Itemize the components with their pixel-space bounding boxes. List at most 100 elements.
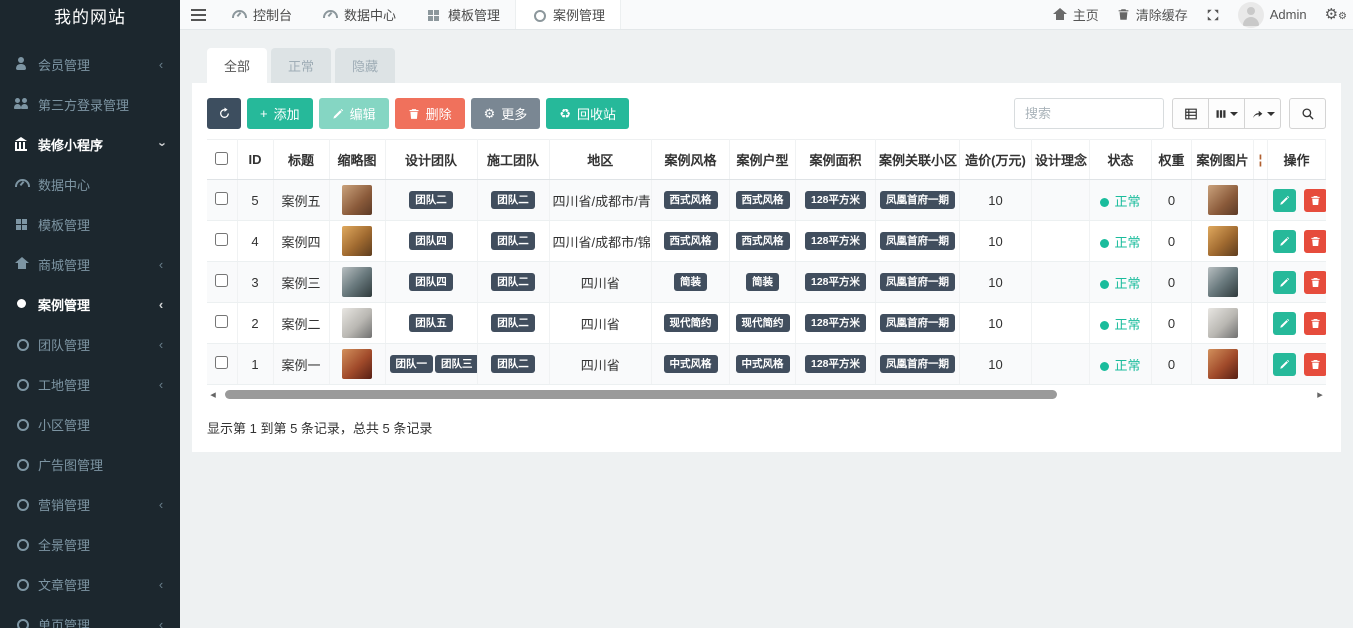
scrollbar-thumb[interactable] — [225, 389, 1058, 399]
site-title[interactable]: 我的网站 — [0, 0, 180, 30]
cell-operations — [1267, 220, 1326, 262]
navbar-tab[interactable]: 数据中心 — [307, 0, 411, 29]
table-body: 5 案例五 团队二 团队二 四川省/成都市/青羊区 西式风格 西式风格 128平… — [207, 179, 1326, 385]
case-image[interactable] — [1207, 308, 1238, 338]
sidebar-toggle-icon[interactable] — [180, 0, 216, 29]
cell-region: 四川省/成都市/锦江区 — [549, 220, 652, 262]
case-image[interactable] — [1207, 226, 1238, 256]
more-button[interactable]: ⚙︎ 更多 — [470, 98, 541, 129]
columns-toggle-button[interactable] — [1208, 98, 1245, 129]
trash-icon — [1118, 9, 1129, 20]
recycle-bin-button[interactable]: ♻︎ 回收站 — [546, 98, 629, 129]
clear-cache-link[interactable]: 清除缓存 — [1117, 5, 1188, 24]
navbar-tab[interactable]: 案例管理 — [515, 0, 622, 29]
content-area: 全部 正常 隐藏 + 添加 编辑 删除 ⚙︎ 更多 ♻︎ 回收站 搜索 ID 标… — [180, 30, 1353, 628]
row-checkbox[interactable] — [215, 315, 229, 328]
thumbnail-image[interactable] — [342, 349, 372, 379]
team-badge: 团队二 — [409, 190, 453, 210]
filter-tab[interactable]: 全部 — [207, 48, 268, 83]
row-edit-button[interactable] — [1273, 229, 1296, 253]
row-delete-button[interactable] — [1303, 270, 1326, 294]
sidebar-item[interactable]: 第三方登录管理 — [0, 84, 180, 124]
thumbnail-image[interactable] — [342, 185, 372, 215]
cell-house-type: 西式风格 — [729, 220, 796, 262]
gears-icon[interactable]: ⚙︎⚙︎ — [1325, 7, 1347, 22]
sidebar-item[interactable]: 全景管理 — [0, 524, 180, 564]
sidebar-item[interactable]: 模板管理 — [0, 204, 180, 244]
row-checkbox[interactable] — [215, 356, 229, 369]
scroll-right-arrow[interactable]: ▸ — [1314, 388, 1326, 401]
cell-case-image — [1191, 302, 1254, 344]
case-image[interactable] — [1207, 349, 1238, 379]
cell-concept — [1031, 302, 1090, 344]
row-delete-button[interactable] — [1303, 311, 1326, 335]
filter-tab[interactable]: 正常 — [271, 48, 332, 83]
team-badge: 团队五 — [409, 313, 453, 333]
select-all-checkbox[interactable] — [215, 151, 229, 165]
row-edit-button[interactable] — [1273, 352, 1296, 376]
style-badge: 西式风格 — [663, 190, 718, 210]
fullscreen-button[interactable] — [1206, 8, 1220, 22]
cell-style: 现代简约 — [651, 302, 730, 344]
caret-down-icon — [1230, 111, 1238, 116]
thumbnail-image[interactable] — [342, 308, 372, 338]
dot-circle-icon — [14, 297, 29, 311]
sidebar-item[interactable]: 单页管理 — [0, 604, 180, 628]
row-delete-button[interactable] — [1303, 188, 1326, 212]
scrollbar-track[interactable] — [219, 389, 1314, 399]
trash-icon — [1311, 359, 1320, 369]
cell-community: 凤凰首府一期 — [875, 261, 960, 303]
sidebar-item[interactable]: 小区管理 — [0, 404, 180, 444]
cell-case-image — [1191, 220, 1254, 262]
export-button[interactable] — [1244, 98, 1281, 129]
sidebar-item[interactable]: 文章管理 — [0, 564, 180, 604]
thumbnail-image[interactable] — [342, 226, 372, 256]
refresh-button[interactable] — [207, 98, 241, 129]
sidebar-item[interactable]: 营销管理 — [0, 484, 180, 524]
filter-tab[interactable]: 隐藏 — [335, 48, 396, 83]
row-edit-button[interactable] — [1273, 270, 1296, 294]
search-input[interactable] — [1014, 98, 1164, 129]
sidebar-item[interactable]: 案例管理 — [0, 284, 180, 324]
add-button[interactable]: + 添加 — [247, 98, 313, 129]
delete-button[interactable]: 删除 — [394, 98, 465, 129]
thumbnail-image[interactable] — [342, 267, 372, 297]
cell-id: 2 — [237, 302, 274, 344]
status-dot-icon — [1100, 361, 1110, 371]
sidebar-item[interactable]: 团队管理 — [0, 324, 180, 364]
circle-icon — [14, 417, 29, 431]
row-edit-button[interactable] — [1273, 311, 1296, 335]
scroll-left-arrow[interactable]: ◂ — [207, 388, 219, 401]
case-image[interactable] — [1207, 185, 1238, 215]
detail-view-button[interactable] — [1172, 98, 1209, 129]
circle-icon — [14, 577, 29, 591]
home-link[interactable]: 主页 — [1052, 5, 1099, 24]
sidebar-item[interactable]: 数据中心 — [0, 164, 180, 204]
home-icon — [14, 257, 29, 271]
column-header: 设计理念 — [1031, 139, 1090, 180]
navbar-tab[interactable]: 模板管理 — [411, 0, 515, 29]
cell-title: 案例三 — [273, 261, 330, 303]
area-badge: 128平方米 — [804, 272, 867, 292]
cell-community: 凤凰首府一期 — [875, 179, 960, 221]
user-icon — [14, 57, 29, 71]
row-delete-button[interactable] — [1303, 352, 1326, 376]
house-type-badge: 简装 — [746, 272, 779, 292]
case-image[interactable] — [1207, 267, 1238, 297]
sidebar-item[interactable]: 商城管理 — [0, 244, 180, 284]
row-edit-button[interactable] — [1273, 188, 1296, 212]
row-checkbox[interactable] — [215, 192, 229, 205]
cell-id: 3 — [237, 261, 274, 303]
sidebar-item[interactable]: 广告图管理 — [0, 444, 180, 484]
sidebar-item[interactable]: 会员管理 — [0, 44, 180, 84]
row-checkbox[interactable] — [215, 274, 229, 287]
cell-title: 案例五 — [273, 179, 330, 221]
user-menu[interactable]: Admin — [1237, 1, 1307, 28]
row-delete-button[interactable] — [1303, 229, 1326, 253]
sidebar-item[interactable]: 工地管理 — [0, 364, 180, 404]
sidebar-item[interactable]: 装修小程序 — [0, 124, 180, 164]
row-checkbox[interactable] — [215, 233, 229, 246]
search-button[interactable] — [1289, 98, 1326, 129]
edit-button[interactable]: 编辑 — [318, 98, 389, 129]
navbar-tab[interactable]: 控制台 — [216, 0, 307, 29]
